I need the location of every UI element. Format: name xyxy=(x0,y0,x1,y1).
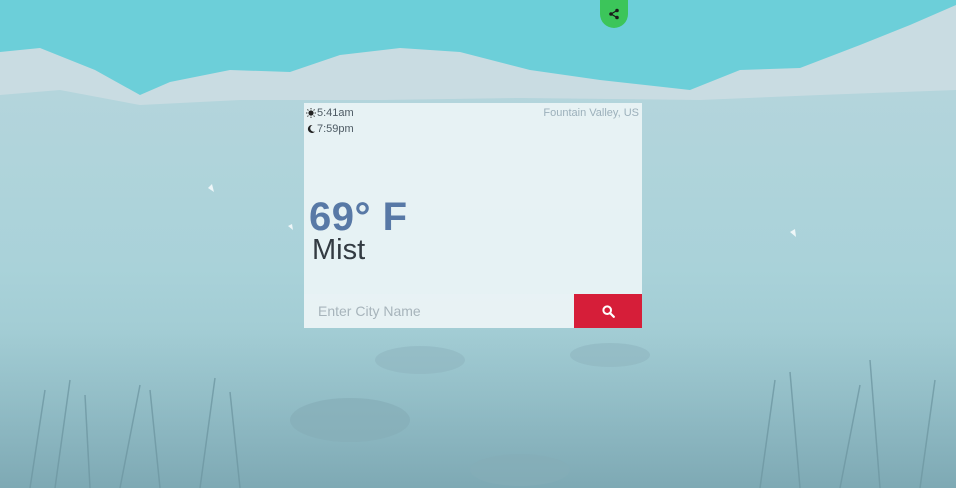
sunrise-row: 5:41am xyxy=(306,107,354,119)
moon-icon xyxy=(307,124,315,133)
weather-card: 5:41am 7:59pm Fountain Valley, US 69° F … xyxy=(304,103,642,328)
search-icon xyxy=(601,304,615,318)
search-button[interactable] xyxy=(574,294,642,328)
weather-condition: Mist xyxy=(312,234,366,266)
sunrise-time: 5:41am xyxy=(317,107,354,119)
sunset-time: 7:59pm xyxy=(317,123,354,135)
sun-icon xyxy=(306,108,316,118)
sunset-row: 7:59pm xyxy=(306,123,354,135)
city-search-input[interactable] xyxy=(304,294,574,328)
share-button[interactable] xyxy=(600,0,628,28)
share-icon xyxy=(609,8,619,20)
location-label: Fountain Valley, US xyxy=(543,107,639,119)
